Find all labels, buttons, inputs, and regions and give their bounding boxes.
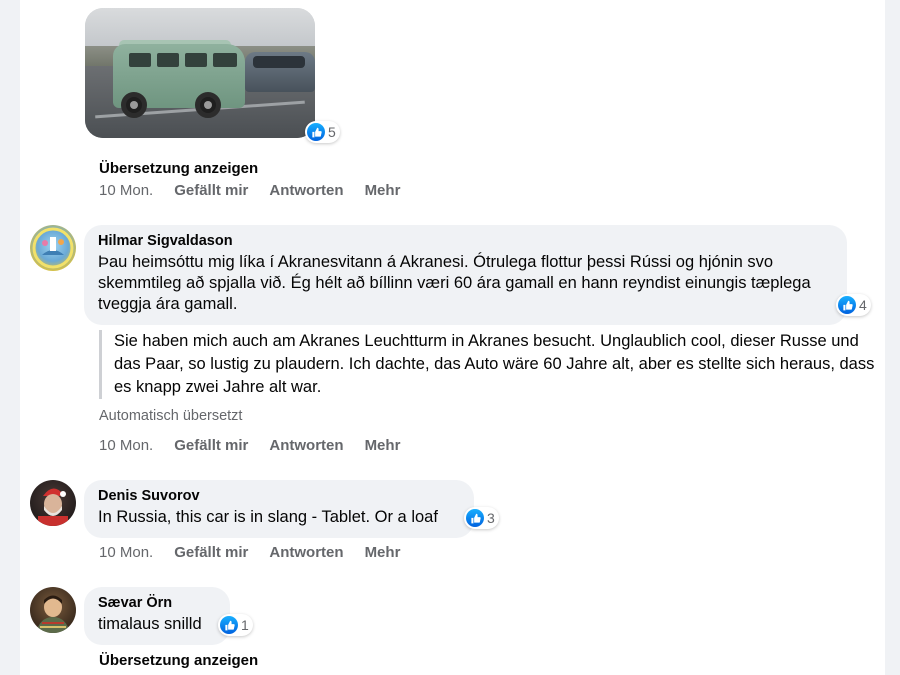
comment-text: Þau heimsóttu mig líka í Akranesvitann á…	[98, 253, 811, 313]
avatar[interactable]	[30, 480, 76, 526]
comment-bubble: Hilmar Sigvaldason Þau heimsóttu mig lík…	[84, 225, 847, 325]
like-icon	[307, 123, 325, 141]
see-translation-link[interactable]: Übersetzung anzeigen	[99, 652, 258, 669]
reply-button[interactable]: Antworten	[269, 182, 343, 199]
more-button[interactable]: Mehr	[365, 437, 401, 454]
like-button[interactable]: Gefällt mir	[174, 544, 248, 561]
like-icon	[838, 296, 856, 314]
reaction-count-badge[interactable]: 5	[305, 121, 340, 143]
like-icon	[466, 509, 484, 527]
reaction-count: 1	[241, 617, 249, 633]
comment-time[interactable]: 10 Mon.	[99, 544, 153, 561]
reaction-count-badge[interactable]: 1	[218, 614, 253, 636]
auto-translated-label[interactable]: Automatisch übersetzt	[99, 408, 242, 424]
reaction-count-badge[interactable]: 3	[464, 507, 499, 529]
comment-actions: 10 Mon. Gefällt mir Antworten Mehr	[99, 544, 400, 561]
reply-button[interactable]: Antworten	[269, 437, 343, 454]
comment-author[interactable]: Sævar Örn	[98, 595, 218, 611]
comment-actions: 10 Mon. Gefällt mir Antworten Mehr	[99, 182, 400, 199]
comment-bubble: Sævar Örn timalaus snilld	[84, 587, 230, 645]
comment-bubble: Denis Suvorov In Russia, this car is in …	[84, 480, 474, 538]
comment-text: In Russia, this car is in slang - Tablet…	[98, 508, 438, 526]
more-button[interactable]: Mehr	[365, 182, 401, 199]
reaction-count: 4	[859, 297, 867, 313]
comment-actions: 10 Mon. Gefällt mir Antworten Mehr	[99, 437, 400, 454]
avatar[interactable]	[30, 225, 76, 271]
reply-button[interactable]: Antworten	[269, 544, 343, 561]
see-translation-link[interactable]: Übersetzung anzeigen	[99, 160, 258, 177]
translated-text: Sie haben mich auch am Akranes Leuchttur…	[99, 330, 879, 399]
more-button[interactable]: Mehr	[365, 544, 401, 561]
reaction-count: 3	[487, 510, 495, 526]
avatar[interactable]	[30, 587, 76, 633]
comment-author[interactable]: Hilmar Sigvaldason	[98, 233, 835, 249]
reaction-count: 5	[328, 124, 336, 140]
comment-photo[interactable]	[85, 8, 315, 138]
comment-author[interactable]: Denis Suvorov	[98, 488, 462, 504]
reaction-count-badge[interactable]: 4	[836, 294, 871, 316]
like-icon	[220, 616, 238, 634]
comment-time[interactable]: 10 Mon.	[99, 182, 153, 199]
like-button[interactable]: Gefällt mir	[174, 182, 248, 199]
like-button[interactable]: Gefällt mir	[174, 437, 248, 454]
comment-text: timalaus snilld	[98, 615, 202, 633]
comment-time[interactable]: 10 Mon.	[99, 437, 153, 454]
